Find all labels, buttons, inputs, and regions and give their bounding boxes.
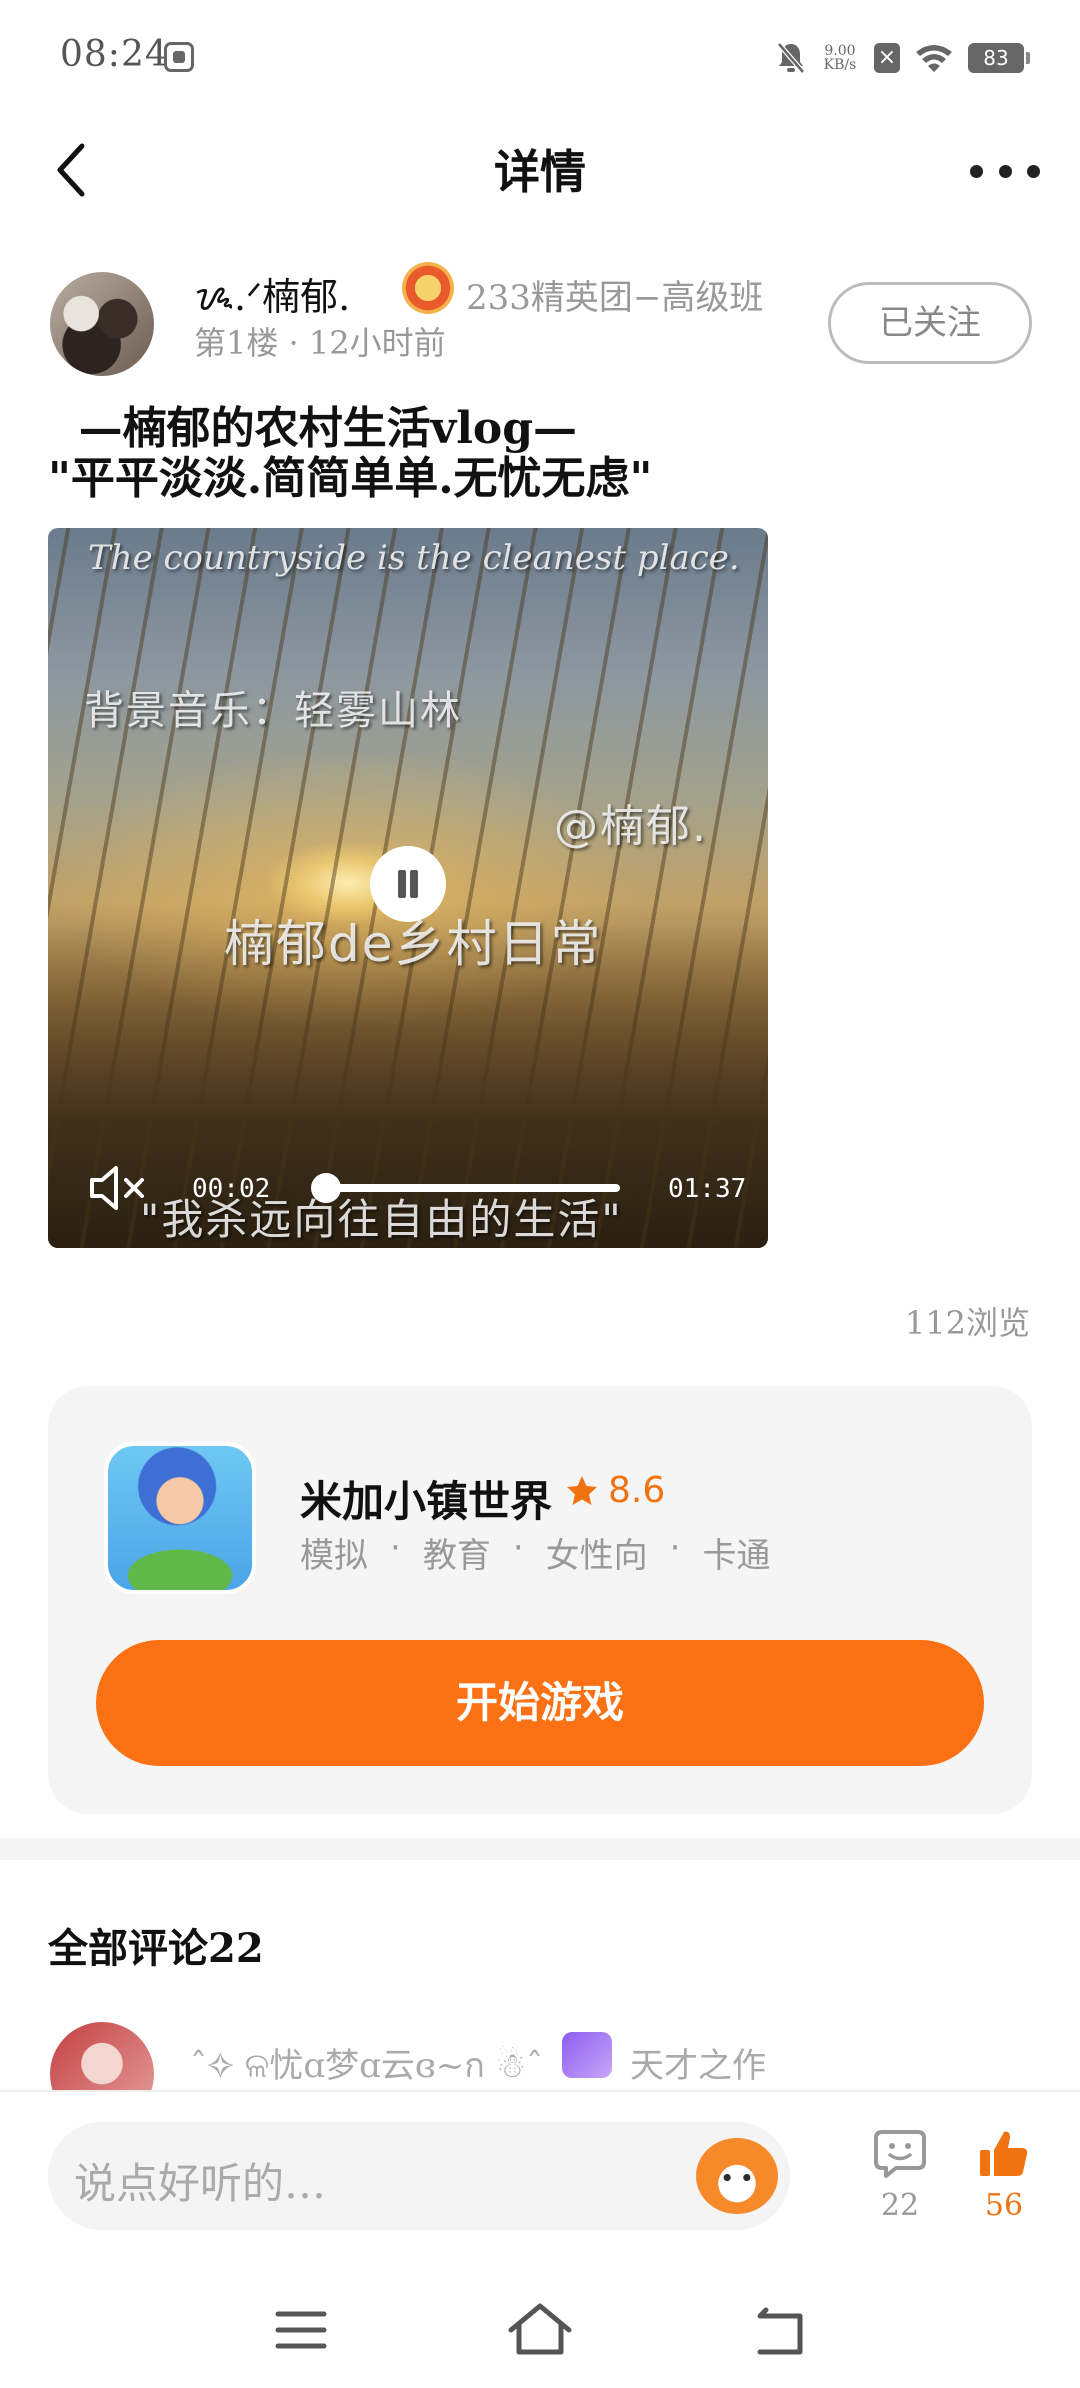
thumbs-up-icon [980,2131,1028,2176]
author-group[interactable]: 233精英团−高级班 [466,270,763,319]
group-badge-icon [402,262,454,314]
author-avatar[interactable] [50,272,154,376]
start-game-button[interactable]: 开始游戏 [96,1640,984,1766]
no-sim-icon: × [874,43,900,73]
like-button[interactable]: 56 [966,2126,1042,2236]
pause-button[interactable] [370,846,446,922]
battery-indicator: 83 [968,43,1030,73]
view-count: 112浏览 [904,1304,1030,1342]
status-bar: 08:24 9.00 KB/s × 83 [0,0,1080,110]
game-card[interactable]: 米加小镇世界 8.6 模拟 · 教育 · 女性向 · 卡通 开始游戏 [48,1386,1032,1814]
wifi-icon [916,45,952,72]
achievement-badge-icon [562,2032,612,2078]
home-icon[interactable] [505,2300,575,2360]
system-navigation-bar [0,2260,1080,2388]
post-title: —楠郁的农村生活vlog— "平平淡淡.简简单单.无忧无虑" [48,404,1028,504]
tag-separator: · [390,1528,401,1568]
post-meta: 第1楼 · 12小时前 [194,324,446,362]
video-player[interactable]: The countryside is the cleanest place. 背… [48,528,768,1248]
status-icons: 9.00 KB/s × 83 [776,38,1030,78]
author-name[interactable]: ᝰ.ᐟ楠郁. [194,266,350,322]
video-caption: The countryside is the cleanest place. [88,538,740,578]
game-app-icon[interactable] [104,1442,256,1594]
comment-count: 22 [880,2188,920,2223]
game-name[interactable]: 米加小镇世界 [300,1468,552,1529]
game-tag: 卡通 [702,1536,771,1576]
video-total-time: 01:37 [668,1174,747,1204]
comments-button[interactable]: 22 [862,2126,938,2236]
back-nav-icon[interactable] [746,2300,816,2360]
network-speed-unit: KB/s [823,57,857,73]
follow-button[interactable]: 已关注 [828,282,1032,364]
more-options-button[interactable] [970,146,1040,196]
video-caption: @楠郁. [554,801,708,852]
section-divider [0,1838,1080,1860]
muted-speaker-icon[interactable] [86,1160,150,1216]
tag-separator: · [669,1528,681,1568]
mascot-emoji-icon[interactable] [696,2138,778,2214]
commenter-tag: 天才之作 [630,2046,766,2086]
game-tags: 模拟 · 教育 · 女性向 · 卡通 [300,1528,770,1577]
menu-icon[interactable] [266,2300,336,2360]
gallery-notification-icon [164,42,194,72]
like-count: 56 [984,2188,1024,2223]
post-title-line: —楠郁的农村生活vlog— [48,403,578,454]
video-progress-handle[interactable] [311,1173,341,1203]
video-caption: 背景音乐：轻雾山林 [84,688,462,734]
network-speed: 9.00 KB/s [820,44,860,72]
commenter-avatar[interactable] [50,2022,154,2090]
comment-input[interactable]: 说点好听的… [48,2122,790,2230]
dot-icon [1027,164,1040,178]
game-tag: 模拟 [300,1536,368,1576]
star-icon [567,1475,597,1505]
video-progress-bar[interactable] [311,1173,620,1203]
comment-input-placeholder: 说点好听的… [74,2159,327,2208]
comment-item[interactable]: ˆ✧ ଳ忧ɑ梦ɑ云ɞ~ก ☃ˆ 天才之作 [0,2010,1080,2090]
network-speed-value: 9.00 [824,43,856,59]
video-current-time: 00:02 [192,1174,271,1204]
game-tag: 教育 [422,1536,491,1576]
top-app-bar: 详情 [0,110,1080,230]
comments-heading: 全部评论22 [48,1925,264,1972]
commenter-name[interactable]: ˆ✧ ଳ忧ɑ梦ɑ云ɞ~ก ☃ˆ [190,2038,543,2090]
post-author: ᝰ.ᐟ楠郁. 233精英团−高级班 第1楼 · 12小时前 已关注 [0,260,1080,390]
game-tag: 女性向 [545,1536,648,1576]
game-rating-value: 8.6 [608,1470,666,1511]
page-title: 详情 [494,145,586,199]
bell-muted-icon [777,42,805,74]
post-title-line: "平平淡淡.简简单单.无忧无虑" [48,453,653,504]
dot-icon [998,164,1012,178]
tag-separator: · [512,1528,524,1568]
game-rating: 8.6 [564,1470,665,1511]
comment-bubble-icon [874,2130,926,2178]
dot-icon [970,164,983,178]
status-time: 08:24 [60,34,169,75]
comment-input-bar: 说点好听的… 22 56 [0,2090,1080,2260]
